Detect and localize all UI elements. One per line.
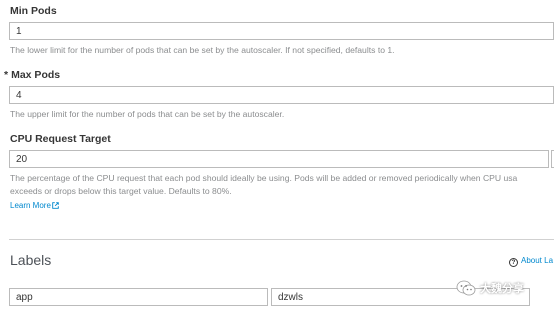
section-divider	[9, 239, 554, 240]
min-pods-label: Min Pods	[10, 5, 57, 17]
watermark-text: 大魏分享	[480, 283, 524, 295]
cpu-target-help-line1: The percentage of the CPU request that e…	[10, 173, 518, 183]
labels-title: Labels	[10, 252, 52, 268]
max-pods-input[interactable]: 4	[9, 86, 554, 104]
max-pods-label: * Max Pods	[4, 69, 60, 81]
learn-more-link[interactable]: Learn More	[10, 201, 59, 211]
cpu-target-label: CPU Request Target	[10, 133, 111, 145]
autoscaler-form: Min Pods 1 The lower limit for the numbe…	[0, 0, 554, 314]
max-pods-help: The upper limit for the number of pods t…	[10, 109, 285, 119]
max-pods-label-text: Max Pods	[11, 69, 61, 81]
watermark: 大魏分享	[456, 278, 524, 298]
about-labels-text: About La	[521, 256, 554, 265]
label-key-input[interactable]: app	[9, 288, 268, 306]
about-labels-link[interactable]: ? About La	[509, 256, 553, 267]
external-link-icon	[52, 202, 59, 211]
cpu-target-help-line2: exceeds or drops below this target value…	[10, 186, 232, 196]
min-pods-input[interactable]: 1	[9, 22, 554, 40]
question-circle-icon: ?	[509, 258, 518, 267]
required-marker: *	[4, 69, 9, 81]
cpu-target-input[interactable]: 20	[9, 150, 549, 168]
wechat-logo-icon	[456, 280, 476, 296]
learn-more-text: Learn More	[10, 201, 51, 210]
min-pods-help: The lower limit for the number of pods t…	[10, 45, 395, 55]
